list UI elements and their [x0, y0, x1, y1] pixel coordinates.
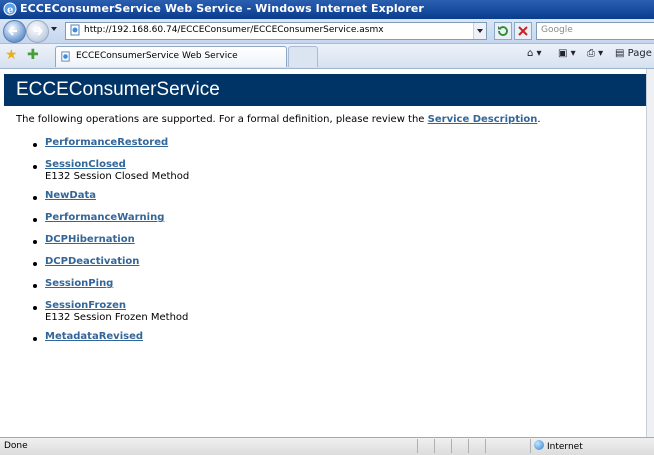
page-menu-button[interactable]: ▤ Page: [615, 48, 652, 64]
security-zone[interactable]: Internet: [534, 440, 583, 452]
list-item: SessionClosed E132 Session Closed Method: [16, 159, 616, 182]
list-item: DCPHibernation: [16, 234, 616, 245]
page-icon: [70, 24, 80, 36]
list-item: DCPDeactivation: [16, 256, 616, 267]
globe-icon: [534, 440, 544, 450]
tab-label: ECCEConsumerService Web Service: [76, 51, 238, 61]
window-title: ECCEConsumerService Web Service - Window…: [20, 2, 424, 15]
status-panel: [434, 439, 435, 453]
list-item: NewData: [16, 190, 616, 201]
operation-link[interactable]: PerformanceWarning: [45, 212, 164, 223]
list-item: SessionPing: [16, 278, 616, 289]
operation-description: E132 Session Frozen Method: [45, 312, 189, 323]
list-item: PerformanceWarning: [16, 212, 616, 223]
list-item: MetadataRevised: [16, 331, 616, 342]
svg-text:e: e: [7, 5, 13, 16]
operation-link[interactable]: SessionFrozen: [45, 300, 126, 311]
back-button[interactable]: [3, 20, 26, 43]
arrow-right-icon: [34, 26, 43, 36]
ie-logo-icon: e: [3, 2, 17, 16]
service-description-link[interactable]: Service Description: [428, 114, 538, 125]
search-placeholder: Google: [541, 25, 573, 35]
operation-link[interactable]: DCPDeactivation: [45, 256, 139, 267]
operation-description: E132 Session Closed Method: [45, 171, 190, 182]
search-input[interactable]: Google: [536, 22, 654, 40]
intro-end: .: [537, 114, 541, 125]
page-title: ECCEConsumerService: [16, 79, 220, 100]
arrow-left-icon: [8, 26, 17, 36]
intro-paragraph: The following operations are supported. …: [16, 114, 541, 125]
address-field[interactable]: http://192.168.60.74/ECCEConsumer/ECCECo…: [65, 22, 487, 40]
status-bar: Done Internet: [0, 437, 654, 455]
close-icon: [518, 26, 528, 36]
list-item: PerformanceRestored: [16, 137, 616, 148]
operation-link[interactable]: PerformanceRestored: [45, 137, 168, 148]
tab-web-service[interactable]: ECCEConsumerService Web Service: [55, 46, 287, 67]
new-tab-button[interactable]: [288, 46, 318, 67]
status-panel: [468, 439, 469, 453]
print-icon[interactable]: ⎙ ▾: [587, 48, 603, 64]
list-item: SessionFrozen E132 Session Frozen Method: [16, 300, 616, 323]
refresh-button[interactable]: [494, 22, 512, 40]
status-panel: [417, 439, 418, 453]
operation-link[interactable]: SessionClosed: [45, 159, 126, 170]
window-title-bar[interactable]: e ECCEConsumerService Web Service - Wind…: [0, 0, 654, 19]
address-toolbar: http://192.168.60.74/ECCEConsumer/ECCECo…: [0, 19, 654, 44]
refresh-icon: [498, 26, 508, 36]
status-panel: [530, 439, 531, 453]
page-content: ECCEConsumerService The following operat…: [0, 69, 646, 437]
operation-link[interactable]: DCPHibernation: [45, 234, 135, 245]
zone-label: Internet: [547, 442, 583, 452]
stop-button[interactable]: [514, 22, 532, 40]
favorites-star-icon[interactable]: ★: [5, 47, 18, 63]
address-dropdown-button[interactable]: [473, 23, 486, 39]
home-icon[interactable]: ⌂ ▾: [527, 48, 542, 64]
operation-link[interactable]: NewData: [45, 190, 96, 201]
page-menu-label: Page: [627, 48, 652, 59]
tab-toolbar: ★ ✚ ECCEConsumerService Web Service ⌂ ▾ …: [0, 44, 654, 69]
status-panel: [485, 439, 486, 453]
page-icon: [61, 51, 70, 62]
operation-link[interactable]: SessionPing: [45, 278, 113, 289]
status-text: Done: [4, 441, 28, 451]
operations-list: PerformanceRestored SessionClosed E132 Ses…: [16, 131, 616, 342]
address-url: http://192.168.60.74/ECCEConsumer/ECCECo…: [84, 25, 384, 35]
service-banner: ECCEConsumerService: [4, 74, 646, 106]
feeds-icon[interactable]: ▣ ▾: [558, 48, 576, 64]
status-panel: [451, 439, 452, 453]
add-favorites-icon[interactable]: ✚: [27, 47, 39, 63]
operation-link[interactable]: MetadataRevised: [45, 331, 143, 342]
recent-pages-dropdown[interactable]: [51, 27, 57, 31]
vertical-scrollbar[interactable]: [646, 69, 654, 437]
forward-button[interactable]: [26, 20, 49, 43]
intro-text: The following operations are supported. …: [16, 114, 425, 125]
